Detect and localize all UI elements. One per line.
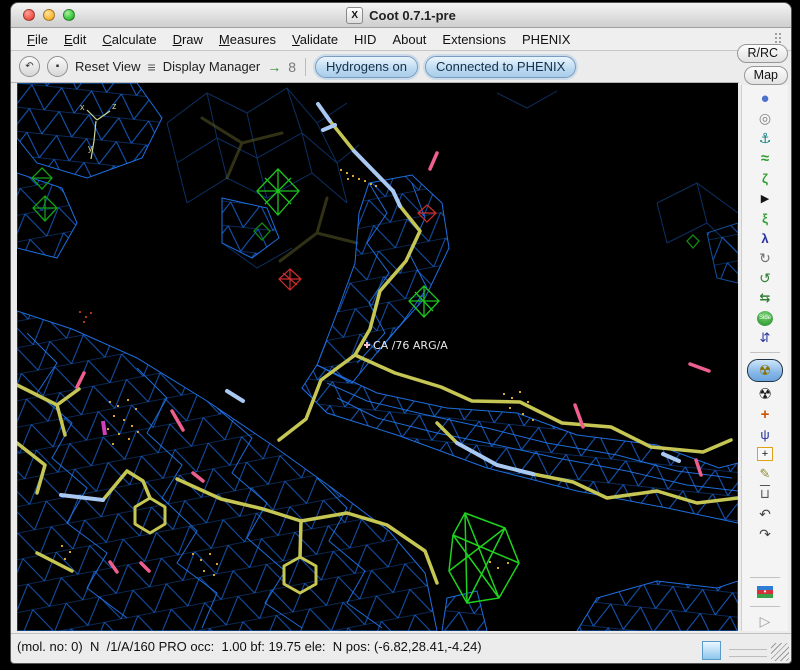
magenta-marker bbox=[101, 420, 107, 436]
rotamers-icon[interactable]: ☢ bbox=[742, 384, 788, 404]
run-script-icon[interactable]: ▷ bbox=[742, 611, 788, 631]
real-space-refine-icon[interactable]: ≈ bbox=[742, 148, 788, 168]
screen: X Coot 0.7.1-pre File Edit Calculate Dra… bbox=[0, 0, 800, 670]
jiggle-fit-icon[interactable]: ⇵ bbox=[742, 328, 788, 348]
auto-fit-rotamer-icon: ☢ bbox=[758, 362, 772, 378]
simple-mutate-icon[interactable]: ✎ bbox=[742, 464, 788, 484]
go-to-atom-icon[interactable]: → bbox=[267, 59, 281, 75]
undo-view-button[interactable]: ↶ bbox=[19, 56, 40, 77]
menu-extensions[interactable]: Extensions bbox=[434, 30, 514, 49]
toolbar-separator bbox=[750, 577, 780, 578]
status-indicator[interactable] bbox=[702, 641, 721, 660]
back-icon: ↶ bbox=[25, 61, 34, 72]
side-chain-180-icon[interactable]: Side bbox=[742, 308, 788, 328]
undo-icon[interactable]: ↶ bbox=[742, 504, 788, 524]
hydrogens-toggle-button[interactable]: Hydrogens on bbox=[315, 55, 418, 78]
main-toolbar: ↶ ▪ Reset View ≡ Display Manager → 8 Hyd… bbox=[11, 51, 739, 83]
toolbar-separator bbox=[750, 352, 780, 353]
menu-calculate[interactable]: Calculate bbox=[94, 30, 164, 49]
map-button[interactable]: Map bbox=[743, 66, 788, 85]
refine-sphere-icon[interactable]: ● bbox=[742, 88, 788, 108]
refine-residues-icon[interactable]: ζ bbox=[742, 168, 788, 188]
menu-bar: File Edit Calculate Draw Measures Valida… bbox=[11, 28, 791, 51]
edit-chi-angles-icon[interactable]: ↺ bbox=[742, 268, 788, 288]
window-title: Coot 0.7.1-pre bbox=[369, 7, 456, 23]
molecule-icon[interactable]: 8 bbox=[288, 59, 296, 75]
resize-grip[interactable] bbox=[771, 643, 789, 661]
menu-phenix[interactable]: PHENIX bbox=[514, 30, 578, 49]
menu-about[interactable]: About bbox=[384, 30, 434, 49]
flag-icon[interactable]: • bbox=[742, 582, 788, 602]
status-bar: (mol. no: 0) N /1/A/160 PRO occ: 1.00 bf… bbox=[11, 633, 791, 659]
modelling-toolbar: ● ◎ ⚓ ≈ ζ ▶ ξ λ ↻ ↺ ⇆ Side ⇵ ☢ ☢ + ψ + ✎… bbox=[741, 85, 788, 631]
stop-icon: ▪ bbox=[55, 61, 60, 72]
axis-z-label: z bbox=[112, 101, 117, 111]
x11-app-icon: X bbox=[346, 6, 364, 24]
pointer-atom-icon[interactable]: + bbox=[742, 444, 788, 464]
reset-view-button[interactable]: Reset View bbox=[75, 59, 141, 74]
accept-dialog-icon[interactable]: ▶ bbox=[742, 188, 788, 208]
regularize-zone-icon[interactable]: ξ bbox=[742, 208, 788, 228]
atom-label: CA /76 ARG/A bbox=[373, 339, 448, 352]
redo-icon[interactable]: ↷ bbox=[742, 524, 788, 544]
axis-x-label: x bbox=[80, 102, 85, 112]
stop-button[interactable]: ▪ bbox=[47, 56, 68, 77]
auto-fit-rotamer-button[interactable]: ☢ bbox=[747, 359, 783, 382]
menu-draw[interactable]: Draw bbox=[165, 30, 211, 49]
menu-file[interactable]: File bbox=[19, 30, 56, 49]
toolbar-separator bbox=[305, 57, 307, 76]
density-mesh-blue bbox=[16, 82, 739, 632]
rigid-body-fit-icon[interactable]: λ bbox=[742, 228, 788, 248]
display-manager-button[interactable]: Display Manager bbox=[163, 59, 261, 74]
red-dots bbox=[79, 311, 92, 323]
status-text: (mol. no: 0) N /1/A/160 PRO occ: 1.00 bf… bbox=[17, 639, 482, 654]
axis-y-label: y bbox=[88, 143, 93, 153]
corner-buttons: R/RC Map bbox=[737, 44, 788, 85]
add-alt-conf-icon[interactable]: ψ bbox=[742, 424, 788, 444]
mutate-residue-icon[interactable]: + bbox=[742, 404, 788, 424]
graphics-canvas[interactable]: x z y CA /76 ARG/A bbox=[15, 82, 740, 632]
window-title-area: X Coot 0.7.1-pre bbox=[11, 3, 791, 27]
toolbar-separator bbox=[750, 606, 780, 607]
flip-peptide-icon[interactable]: ⇆ bbox=[742, 288, 788, 308]
menu-validate[interactable]: Validate bbox=[284, 30, 346, 49]
rrc-button[interactable]: R/RC bbox=[737, 44, 788, 63]
title-bar[interactable]: X Coot 0.7.1-pre bbox=[11, 3, 791, 28]
rotate-translate-icon[interactable]: ↻ bbox=[742, 248, 788, 268]
recentre-view-icon[interactable]: ◎ bbox=[742, 108, 788, 128]
grip-lines bbox=[729, 649, 767, 657]
anchor-atom-icon[interactable]: ⚓ bbox=[742, 128, 788, 148]
menu-measures[interactable]: Measures bbox=[211, 30, 284, 49]
menu-edit[interactable]: Edit bbox=[56, 30, 94, 49]
canvas-3d-view[interactable]: x z y CA /76 ARG/A bbox=[15, 82, 740, 632]
connected-to-phenix-button[interactable]: Connected to PHENIX bbox=[424, 55, 577, 78]
coot-window: X Coot 0.7.1-pre File Edit Calculate Dra… bbox=[10, 2, 792, 664]
display-manager-icon: ≡ bbox=[147, 58, 156, 75]
delete-item-icon[interactable]: ⊔ bbox=[742, 484, 788, 504]
menu-hid[interactable]: HID bbox=[346, 30, 384, 49]
